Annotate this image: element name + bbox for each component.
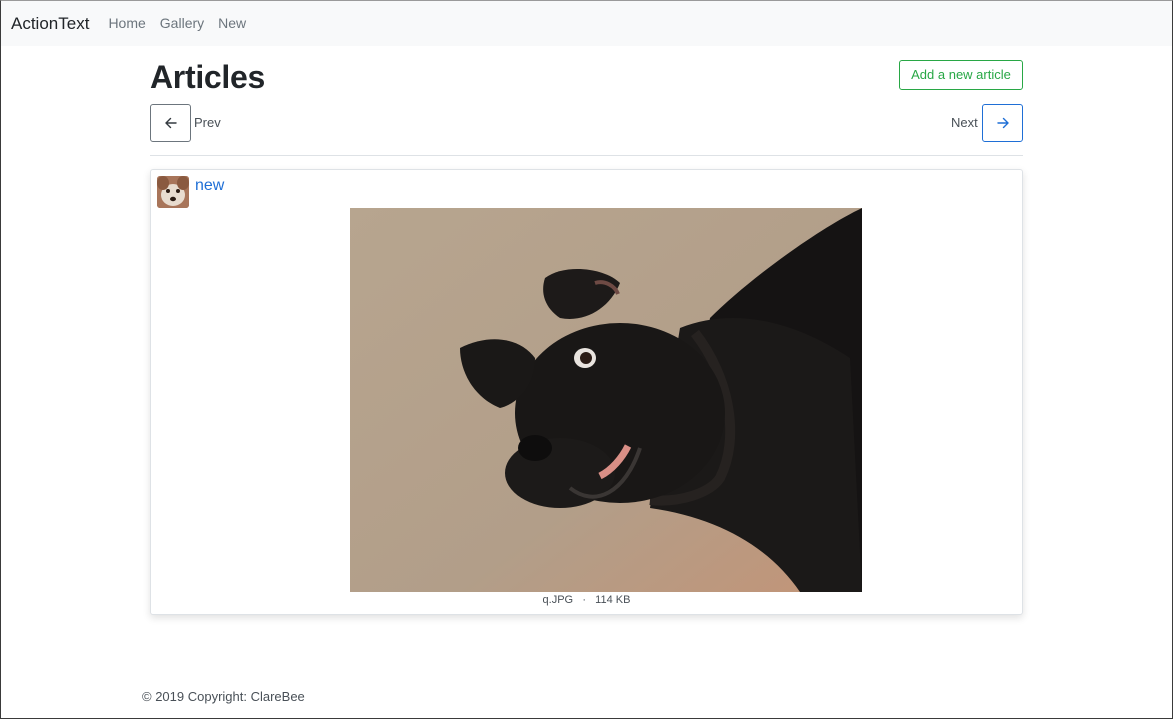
arrow-right-icon	[996, 117, 1009, 129]
attachment-caption: q.JPG · 114 KB	[151, 594, 1022, 606]
footer-copyright: © 2019 Copyright: ClareBee	[142, 689, 305, 704]
attachment-filename: q.JPG	[542, 594, 574, 606]
caption-dot: ·	[582, 594, 586, 606]
browser-viewport: ActionText Home Gallery New Articles Add…	[0, 0, 1173, 719]
nav-link-home[interactable]: Home	[108, 1, 145, 46]
nav-link-new[interactable]: New	[218, 1, 246, 46]
next-label[interactable]: Next	[951, 115, 978, 130]
page-title: Articles	[150, 59, 265, 95]
caption-space	[589, 594, 592, 606]
article-card: new q.JPG · 114 KB	[150, 169, 1023, 615]
nav-links: Home Gallery New	[100, 1, 252, 46]
attachment-size: 114 KB	[595, 594, 631, 606]
avatar-image	[157, 176, 189, 208]
nav-link-gallery[interactable]: Gallery	[160, 1, 204, 46]
prev-page-button[interactable]	[150, 104, 191, 142]
article-title-link[interactable]: new	[195, 177, 224, 195]
avatar	[157, 176, 189, 208]
attachment-image[interactable]	[350, 208, 862, 592]
arrow-left-icon	[164, 117, 177, 129]
caption-separator	[576, 594, 579, 606]
dog-photo	[350, 208, 862, 592]
divider	[150, 155, 1023, 156]
brand-link[interactable]: ActionText	[11, 1, 89, 46]
top-navbar: ActionText Home Gallery New	[1, 1, 1172, 46]
add-new-article-button[interactable]: Add a new article	[899, 60, 1023, 90]
prev-label[interactable]: Prev	[194, 115, 221, 130]
next-page-button[interactable]	[982, 104, 1023, 142]
